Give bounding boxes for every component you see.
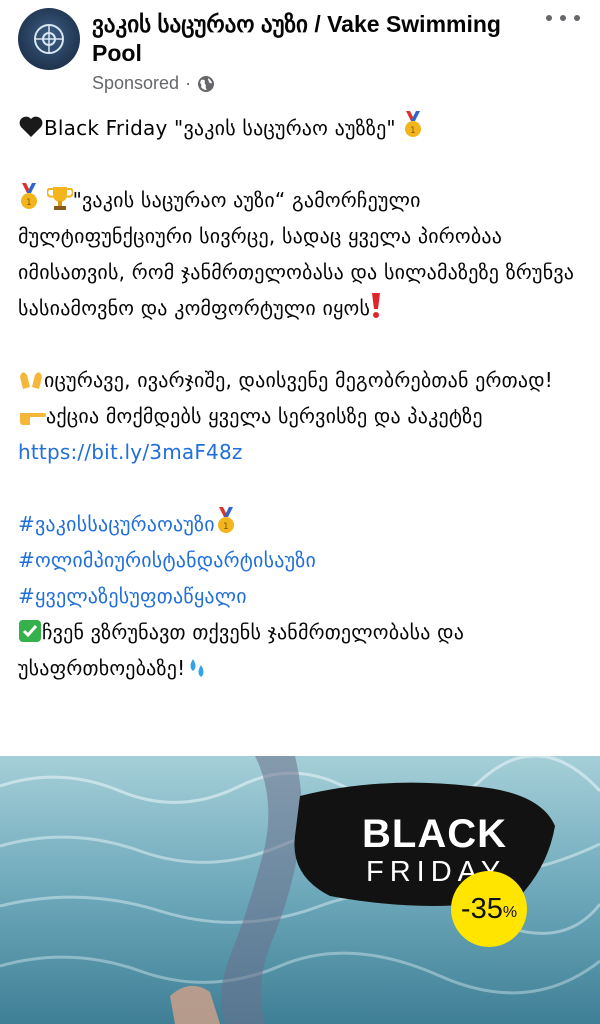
post-image[interactable]: BLACK FRIDAY -35% (0, 756, 600, 1024)
hashtag-link[interactable]: #ვაკისსაცურაოაუზი (18, 512, 215, 536)
post-body: Black Friday "ვაკის საცურაო აუზზე" 1 1 "… (0, 110, 600, 686)
activities-paragraph: იცურავე, ივარჯიშე, დაისვენე მეგობრებთან … (18, 362, 582, 398)
discount-unit: % (502, 904, 518, 921)
red-exclamation-icon (372, 293, 381, 318)
hashtag-line-1: #ვაკისსაცურაოაუზი 1 (18, 506, 582, 542)
headline-text: Black Friday "ვაკის საცურაო აუზზე" (44, 116, 396, 140)
intro-paragraph: 1 "ვაკის საცურაო აუზი“ გამორჩეული მულტიფ… (18, 182, 582, 326)
hashtag-link[interactable]: #ოლიმპიურისტანდარტისაუზი (18, 548, 316, 572)
closing-paragraph: ჩვენ ვზრუნავთ თქვენს ჯანმრთელობასა და უს… (18, 614, 582, 686)
hashtag-link[interactable]: #ყველაზესუფთაწყალი (18, 584, 247, 608)
more-options-icon[interactable] (546, 10, 580, 26)
sponsored-label[interactable]: Sponsored (92, 73, 179, 94)
pointing-hand-icon (20, 413, 46, 425)
post-meta: Sponsored · (92, 73, 215, 94)
medal-icon: 1 (21, 183, 37, 209)
discount-value: -35 (460, 892, 503, 925)
globe-icon[interactable] (197, 75, 215, 93)
promo-link[interactable]: https://bit.ly/3maF48z (18, 440, 243, 464)
intro-text: "ვაკის საცურაო აუზი“ გამორჩეული მულტიფუნ… (18, 188, 575, 320)
check-mark-icon (19, 620, 41, 642)
promo-paragraph: აქცია მოქმდებს ყველა სერვისზე და პაკეტზე… (18, 398, 582, 470)
separator-dot: · (185, 73, 192, 93)
post-header: ვაკის საცურაო აუზი / Vake Swimming Pool … (0, 0, 600, 110)
hashtag-line-2: #ოლიმპიურისტანდარტისაუზი (18, 542, 582, 578)
promo-text: აქცია მოქმდებს ყველა სერვისზე და პაკეტზე (46, 404, 483, 428)
trophy-icon (46, 187, 73, 210)
medal-icon: 1 (405, 111, 422, 137)
activities-text: იცურავე, ივარჯიშე, დაისვენე მეგობრებთან … (44, 368, 553, 392)
black-heart-icon (19, 116, 43, 137)
black-friday-title: BLACK (362, 812, 507, 856)
page-avatar[interactable] (18, 8, 80, 70)
pool-logo-icon (34, 24, 64, 54)
medal-icon: 1 (217, 507, 234, 533)
svg-text:1: 1 (410, 126, 416, 136)
hashtag-line-3: #ყველაზესუფთაწყალი (18, 578, 582, 614)
closing-text: ჩვენ ვზრუნავთ თქვენს ჯანმრთელობასა და უს… (18, 620, 465, 680)
page-name[interactable]: ვაკის საცურაო აუზი / Vake Swimming Pool (92, 10, 522, 68)
svg-text:1: 1 (223, 522, 229, 532)
svg-text:1: 1 (26, 198, 32, 208)
droplets-icon (190, 659, 204, 677)
headline-line: Black Friday "ვაკის საცურაო აუზზე" 1 (18, 110, 582, 146)
discount-badge: -35% (451, 871, 527, 947)
raised-hands-icon (20, 372, 42, 389)
